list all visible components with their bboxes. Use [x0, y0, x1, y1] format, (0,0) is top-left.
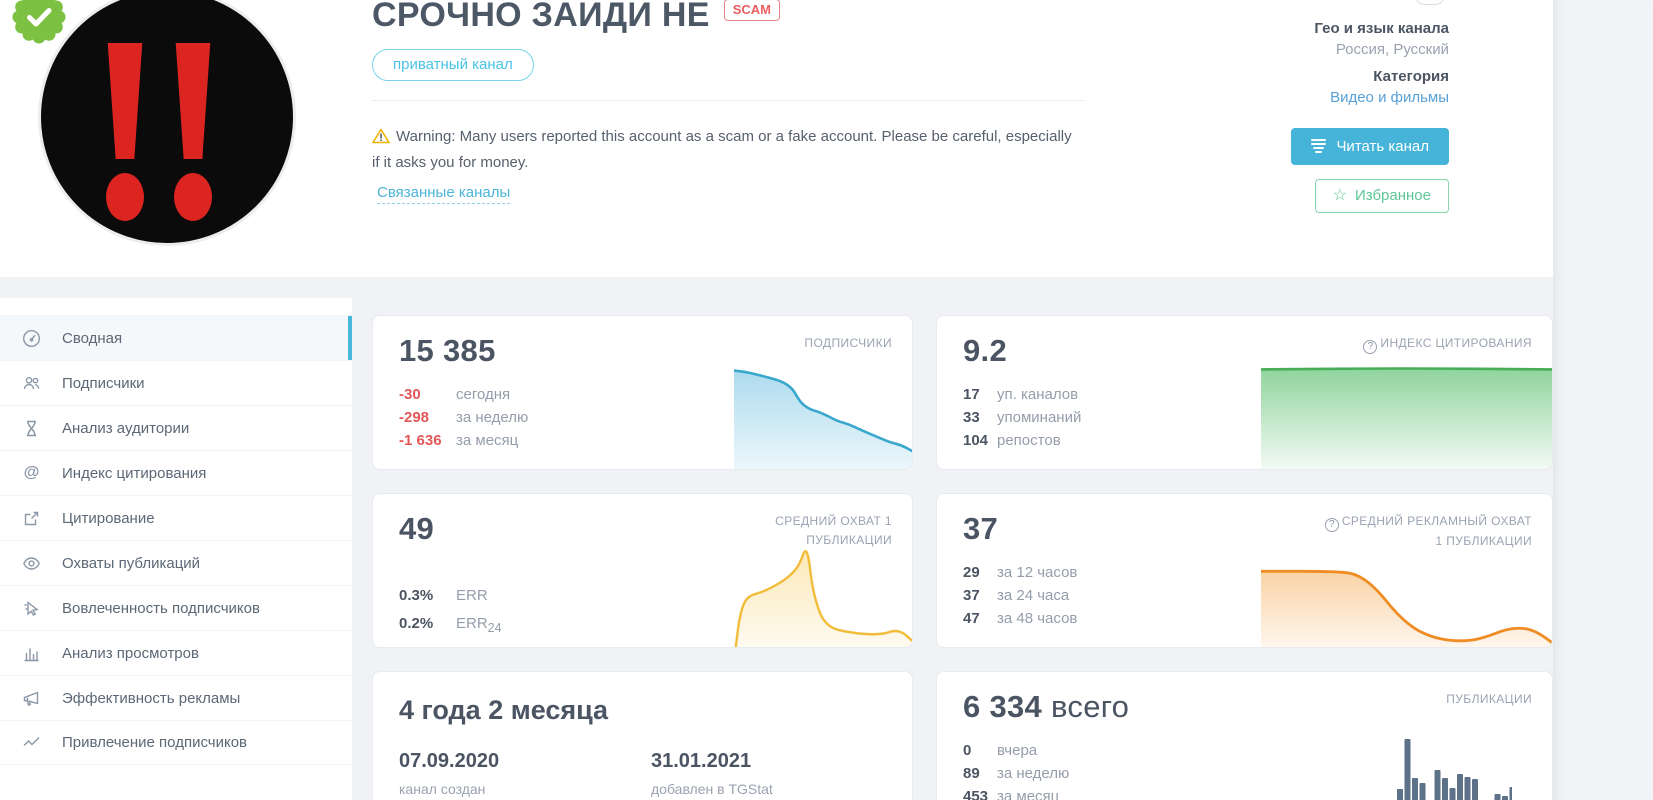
channel-info: Гео и язык канала Россия, Русский Катего…: [1314, 20, 1449, 106]
verified-badge-icon: [12, 0, 66, 44]
trend-line-icon: [22, 733, 41, 752]
sidebar-item-views-analysis[interactable]: Анализ просмотров: [0, 630, 352, 675]
exclamation-dot: [106, 173, 144, 221]
sidebar-item-subscriber-acquisition[interactable]: Привлечение подписчиков: [0, 720, 352, 765]
sidebar-item-subscribers[interactable]: Подписчики: [0, 360, 352, 405]
average-ad-reach-card: ? СРЕДНИЙ РЕКЛАМНЫЙ ОХВАТ 1 ПУБЛИКАЦИИ 37…: [936, 493, 1553, 648]
at-sign-icon: @: [23, 464, 40, 481]
tgstat-channel-page: СРОЧНО ЗАИДИ НЕ SCAM приватный канал War…: [0, 0, 1653, 800]
clipped-top-control: [1415, 0, 1445, 5]
added-column: 31.01.2021 добавлен в TGStat: [651, 750, 773, 797]
sidebar: Сводная Подписчики Анализ аудитории @ Ин…: [0, 298, 352, 800]
publications-bar-sparkline: [1397, 739, 1512, 800]
sidebar-item-engagement[interactable]: Вовлеченность подписчиков: [0, 585, 352, 630]
category-link[interactable]: Видео и фильмы: [1314, 89, 1449, 106]
read-channel-button[interactable]: Читать канал: [1291, 128, 1449, 165]
feed-lines-icon: [1311, 137, 1327, 155]
main-panel: СРОЧНО ЗАИДИ НЕ SCAM приватный канал War…: [0, 0, 1553, 800]
geo-label: Гео и язык канала: [1314, 20, 1449, 37]
created-column: 07.09.2020 канал создан: [399, 750, 892, 797]
sidebar-item-citation[interactable]: Цитирование: [0, 495, 352, 540]
ad-reach-card-label: ? СРЕДНИЙ РЕКЛАМНЫЙ ОХВАТ 1 ПУБЛИКАЦИИ: [1322, 512, 1532, 551]
page-title: СРОЧНО ЗАИДИ НЕ: [372, 0, 710, 34]
megaphone-icon: [22, 689, 41, 708]
subscribers-card: ПОДПИСЧИКИ 15 385 -30 сегодня -298 за неде…: [372, 315, 913, 470]
channel-age-value: 4 года 2 месяца: [399, 695, 609, 725]
sidebar-item-summary[interactable]: Сводная: [0, 315, 352, 360]
category-label: Категория: [1373, 68, 1449, 85]
sidebar-item-citation-index[interactable]: @ Индекс цитирования: [0, 450, 352, 495]
geo-value: Россия, Русский: [1335, 41, 1449, 58]
cursor-click-icon: [22, 599, 41, 618]
exclamation-mark-icon: [175, 43, 211, 159]
star-icon: ☆: [1332, 186, 1347, 204]
header-buttons: Читать канал ☆ Избранное: [1291, 128, 1449, 213]
average-reach-card: СРЕДНИЙ ОХВАТ 1 ПУБЛИКАЦИИ 49 0.3% ERR 0.…: [372, 493, 913, 648]
scam-warning-text: Warning: Many users reported this accoun…: [372, 128, 1072, 172]
help-icon[interactable]: ?: [1324, 518, 1339, 532]
sidebar-item-post-reach[interactable]: Охваты публикаций: [0, 540, 352, 585]
subscribers-sparkline: [734, 369, 912, 469]
gauge-icon: [22, 329, 41, 348]
ad-reach-sparkline: [1261, 569, 1552, 647]
quote-forward-icon: [22, 509, 41, 528]
eye-icon: [22, 554, 41, 573]
related-channels-link[interactable]: Связанные каналы: [377, 184, 511, 204]
content-area: Сводная Подписчики Анализ аудитории @ Ин…: [0, 298, 1553, 800]
created-date: 07.09.2020: [399, 750, 500, 772]
added-date: 31.01.2021: [651, 750, 752, 772]
scam-badge: SCAM: [723, 0, 780, 21]
sidebar-item-ad-effectiveness[interactable]: Эффективность рекламы: [0, 675, 352, 720]
stat-cards-grid: ПОДПИСЧИКИ 15 385 -30 сегодня -298 за неде…: [372, 298, 1553, 800]
title-block: СРОЧНО ЗАИДИ НЕ SCAM приватный канал: [372, 0, 780, 81]
bar-chart-icon: [22, 644, 41, 663]
avg-reach-sparkline: [734, 549, 912, 647]
channel-avatar: [38, 0, 296, 246]
channel-age-card: 4 года 2 месяца 07.09.2020 канал создан …: [372, 671, 913, 800]
exclamation-mark-icon: [107, 43, 143, 159]
channel-header: СРОЧНО ЗАИДИ НЕ SCAM приватный канал War…: [0, 0, 1553, 277]
warning-triangle-icon: [372, 128, 390, 144]
sidebar-item-audience-analysis[interactable]: Анализ аудитории: [0, 405, 352, 450]
publications-card: ПУБЛИКАЦИИ 6 334 всего 0 вчера 89 за недел…: [936, 671, 1553, 800]
private-channel-badge[interactable]: приватный канал: [372, 49, 534, 81]
created-label: канал создан: [399, 781, 486, 797]
hourglass-icon: [22, 419, 41, 438]
users-icon: [22, 374, 41, 393]
header-divider: [372, 100, 1085, 101]
favorite-button[interactable]: ☆ Избранное: [1314, 179, 1449, 213]
citation-index-card: ? ИНДЕКС ЦИТИРОВАНИЯ 9.2 17 уп. каналов 33…: [936, 315, 1553, 470]
citation-sparkline: [1261, 367, 1552, 469]
added-label: добавлен в TGStat: [651, 781, 773, 797]
exclamation-dot: [174, 173, 212, 221]
page-background-strip: [1553, 0, 1653, 800]
